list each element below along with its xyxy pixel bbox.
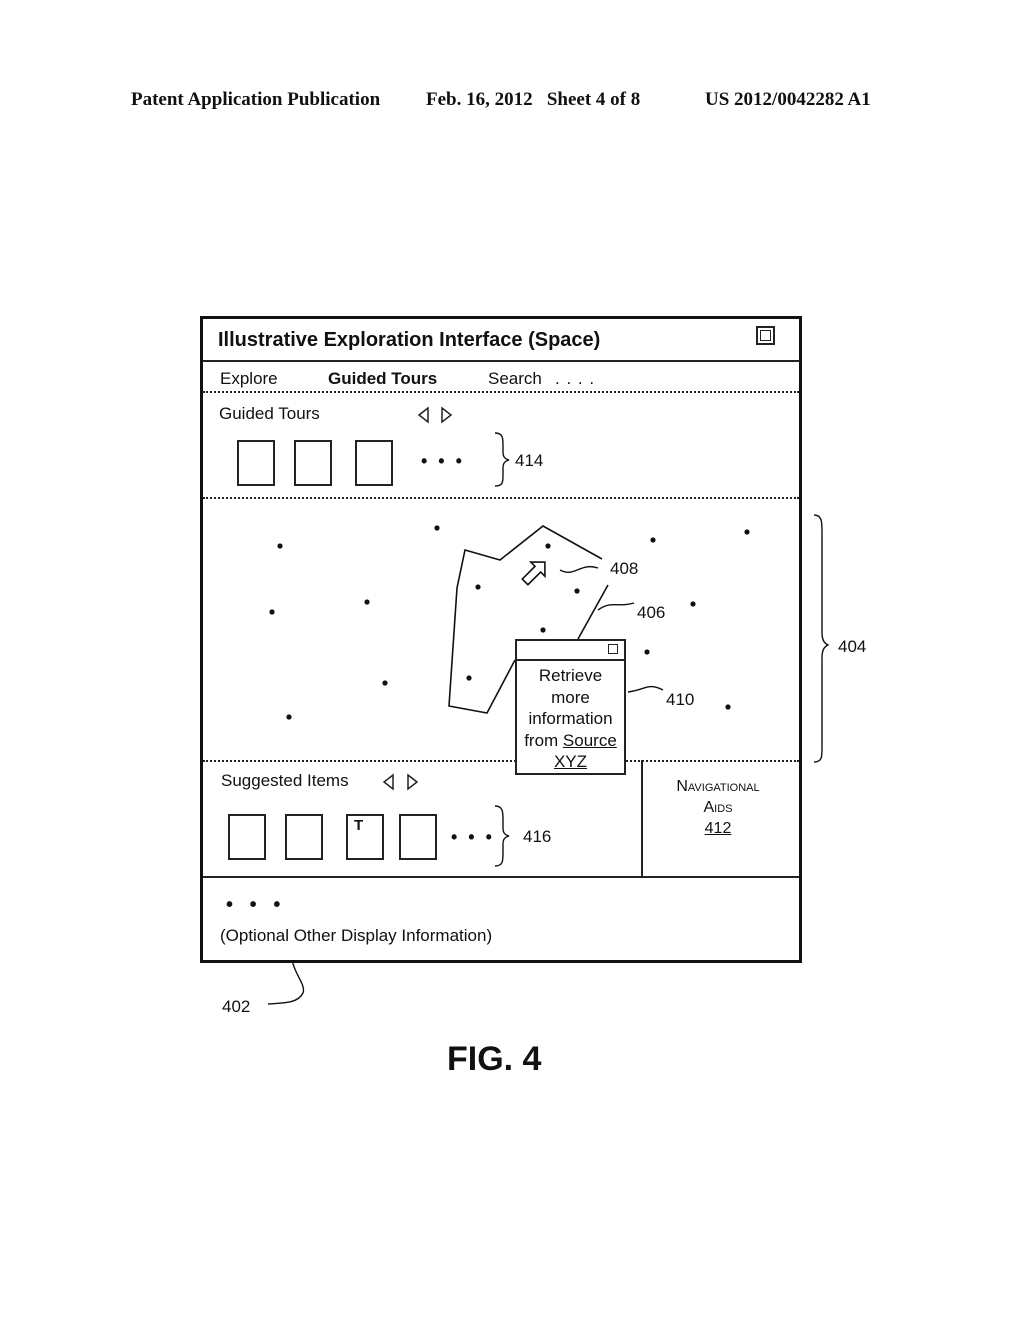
star[interactable] <box>690 601 696 607</box>
star[interactable] <box>644 649 650 655</box>
ref-404: 404 <box>838 637 867 656</box>
ref-416: 416 <box>523 827 552 846</box>
xyz-link[interactable]: XYZ <box>517 751 624 773</box>
brace-414 <box>494 432 510 487</box>
ref-410: 410 <box>666 690 695 709</box>
leader-line-402 <box>267 959 305 1005</box>
star[interactable] <box>475 584 481 590</box>
info-popup[interactable]: Retrieve more information from Source XY… <box>515 639 626 775</box>
brace-404 <box>813 514 830 763</box>
star[interactable] <box>434 525 440 531</box>
arrow-up-right-icon[interactable] <box>518 555 552 589</box>
popup-line: Retrieve <box>538 666 603 685</box>
leader-line-408 <box>559 565 599 573</box>
popup-title-bar <box>517 641 624 661</box>
figure-caption: FIG. 4 <box>447 1040 542 1078</box>
leader-line-410 <box>627 685 664 693</box>
star[interactable] <box>650 537 656 543</box>
popup-line: information <box>528 709 613 728</box>
star[interactable] <box>277 543 283 549</box>
leader-line-406 <box>597 602 635 611</box>
space-view-drawing <box>267 432 830 1005</box>
popup-line: more <box>551 687 590 707</box>
star[interactable] <box>269 609 275 615</box>
star[interactable] <box>364 599 370 605</box>
source-link[interactable]: Source <box>563 731 617 750</box>
star[interactable] <box>466 675 472 681</box>
square-icon[interactable] <box>608 644 618 654</box>
region-polygon-edge <box>577 584 609 640</box>
ref-402: 402 <box>222 997 251 1016</box>
star[interactable] <box>382 680 388 686</box>
star[interactable] <box>286 714 292 720</box>
star[interactable] <box>725 704 731 710</box>
star[interactable] <box>574 588 580 594</box>
star[interactable] <box>540 627 546 633</box>
popup-text: Retrieve more information from Source XY… <box>517 665 624 773</box>
brace-416 <box>494 805 510 867</box>
popup-line: from Source <box>517 730 624 752</box>
ref-408: 408 <box>610 559 639 578</box>
star[interactable] <box>545 543 551 549</box>
star[interactable] <box>744 529 750 535</box>
popup-from: from <box>524 730 563 750</box>
ref-414: 414 <box>515 451 544 470</box>
ref-406: 406 <box>637 603 666 622</box>
